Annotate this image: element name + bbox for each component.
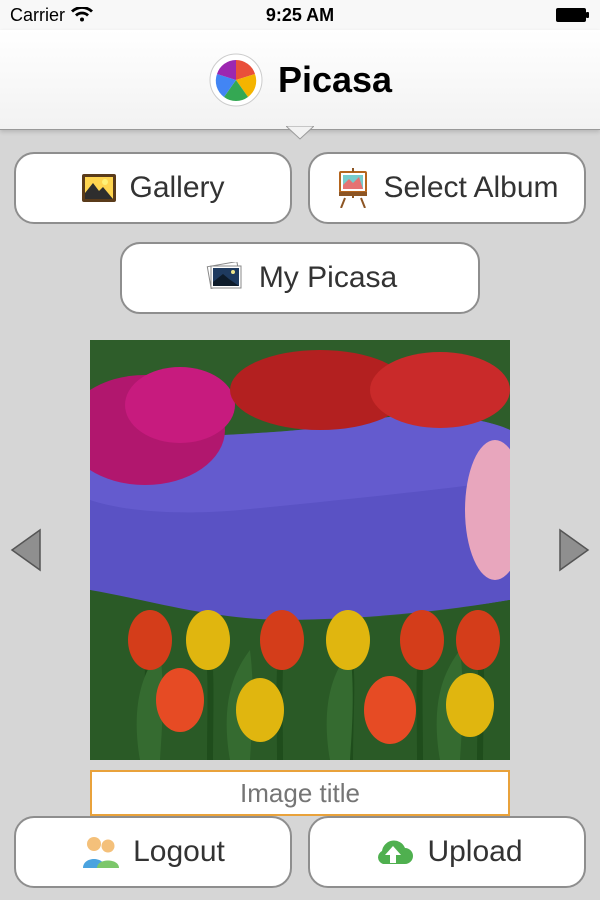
gallery-label: Gallery (129, 171, 224, 205)
logout-label: Logout (133, 835, 225, 869)
picasa-logo-icon (208, 52, 264, 108)
upload-button[interactable]: Upload (308, 816, 586, 888)
photo-preview (90, 340, 510, 760)
header-pointer-icon (286, 126, 314, 140)
users-icon (81, 834, 121, 870)
logout-button[interactable]: Logout (14, 816, 292, 888)
carrier-label: Carrier (10, 5, 65, 26)
photos-stack-icon (203, 262, 247, 294)
easel-icon (335, 168, 371, 208)
gallery-icon (81, 173, 117, 203)
app-title: Picasa (278, 59, 392, 101)
wifi-icon (71, 7, 93, 23)
gallery-button[interactable]: Gallery (14, 152, 292, 224)
next-arrow-button[interactable] (554, 526, 596, 574)
battery-icon (556, 8, 590, 22)
status-bar: Carrier 9:25 AM (0, 0, 600, 30)
select-album-button[interactable]: Select Album (308, 152, 586, 224)
image-title-input[interactable] (92, 778, 508, 809)
my-picasa-button[interactable]: My Picasa (120, 242, 480, 314)
upload-label: Upload (427, 835, 522, 869)
my-picasa-label: My Picasa (259, 261, 397, 295)
select-album-label: Select Album (383, 171, 558, 205)
cloud-upload-icon (371, 836, 415, 868)
prev-arrow-button[interactable] (4, 526, 46, 574)
image-title-box (90, 770, 510, 816)
app-header: Picasa (0, 30, 600, 130)
